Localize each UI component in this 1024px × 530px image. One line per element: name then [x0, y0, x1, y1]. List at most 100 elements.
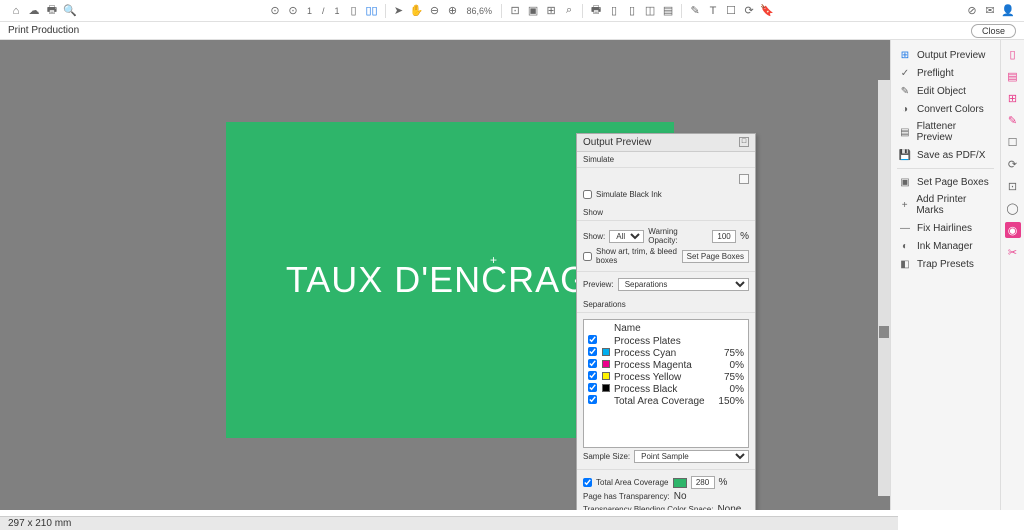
close-button[interactable]: Close	[971, 24, 1016, 38]
tool-3-icon[interactable]: ⊞	[543, 3, 559, 19]
home-icon[interactable]: ⌂	[8, 3, 24, 19]
scroll-thumb[interactable]	[879, 326, 889, 338]
tool-10-icon[interactable]: ✎	[687, 3, 703, 19]
separation-checkbox[interactable]	[588, 371, 597, 380]
sample-size-select[interactable]: Point Sample	[634, 450, 749, 463]
panel-item-preflight[interactable]: ✓Preflight	[891, 64, 1000, 82]
rail-icon-4[interactable]: ✎	[1005, 112, 1021, 128]
separation-name: Process Black	[614, 384, 714, 395]
vertical-scrollbar[interactable]	[878, 80, 890, 496]
tool-8-icon[interactable]: ◫	[642, 3, 658, 19]
page-icon[interactable]: ▯	[346, 3, 362, 19]
separation-row[interactable]: Process Yellow75%	[586, 371, 746, 383]
rail-icon-7[interactable]: ⊡	[1005, 178, 1021, 194]
tool-12-icon[interactable]: ⟳	[741, 3, 757, 19]
cloud-icon[interactable]: ☁	[26, 3, 42, 19]
set-page-boxes-button[interactable]: Set Page Boxes	[682, 250, 749, 263]
text-tool-icon[interactable]: T	[705, 3, 721, 19]
dialog-close-icon[interactable]: □	[739, 137, 749, 147]
separation-name: Process Plates	[614, 336, 714, 347]
panel-item-icon: —	[899, 222, 911, 234]
rail-icon-10[interactable]: ✂	[1005, 244, 1021, 260]
tool-2-icon[interactable]: ▣	[525, 3, 541, 19]
tool-5-icon[interactable]: 🖶	[588, 3, 604, 19]
rail-icon-6[interactable]: ⟳	[1005, 156, 1021, 172]
separation-value: 75%	[714, 372, 744, 383]
page-current[interactable]: 1	[303, 6, 316, 16]
separation-checkbox[interactable]	[588, 383, 597, 392]
tool-1-icon[interactable]: ⊡	[507, 3, 523, 19]
panel-item-set-page-boxes[interactable]: ▣Set Page Boxes	[891, 173, 1000, 191]
panel-item-ink-manager[interactable]: ◐Ink Manager	[891, 237, 1000, 255]
separation-checkbox[interactable]	[588, 347, 597, 356]
tool-11-icon[interactable]: ☐	[723, 3, 739, 19]
separation-name: Process Yellow	[614, 372, 714, 383]
separation-value: 150%	[714, 396, 744, 407]
panel-item-label: Edit Object	[917, 86, 966, 97]
tool-7-icon[interactable]: ▯	[624, 3, 640, 19]
show-select[interactable]: All	[609, 230, 644, 243]
preview-select[interactable]: Separations	[618, 278, 749, 291]
right-rail: ▯ ▤ ⊞ ✎ ☐ ⟳ ⊡ ◯ ◉ ✂	[1000, 40, 1024, 510]
mail-icon[interactable]: ✉	[982, 3, 998, 19]
panel-item-save-as-pdf-x[interactable]: 💾Save as PDF/X	[891, 146, 1000, 164]
warning-opacity-input[interactable]	[712, 230, 736, 243]
rail-icon-9[interactable]: ◉	[1005, 222, 1021, 238]
dialog-titlebar[interactable]: Output Preview □	[577, 134, 755, 152]
rail-icon-1[interactable]: ▯	[1005, 46, 1021, 62]
panel-item-trap-presets[interactable]: ◧Trap Presets	[891, 255, 1000, 273]
show-art-trim-checkbox[interactable]	[583, 252, 592, 261]
panel-item-flattener-preview[interactable]: ▤Flattener Preview	[891, 118, 1000, 146]
color-swatch	[602, 384, 610, 392]
separation-row[interactable]: Process Black0%	[586, 383, 746, 395]
simulate-swatch-icon[interactable]	[739, 174, 749, 184]
separation-row[interactable]: Process Plates	[586, 335, 746, 347]
rail-icon-8[interactable]: ◯	[1005, 200, 1021, 216]
tool-4-icon[interactable]: ⌕	[561, 3, 577, 19]
main-toolbar: ⌂ ☁ 🖶 🔍 ⊙ ⊙ 1 / 1 ▯ ▯▯ ➤ ✋ ⊖ ⊕ 86,6% ⊡ ▣…	[0, 0, 1024, 22]
separation-row[interactable]: Total Area Coverage150%	[586, 395, 746, 407]
zoom-in-icon[interactable]: ⊕	[445, 3, 461, 19]
separation-checkbox[interactable]	[588, 395, 597, 404]
show-section-label: Show	[577, 205, 755, 221]
separation-checkbox[interactable]	[588, 359, 597, 368]
pointer-icon[interactable]: ➤	[391, 3, 407, 19]
profile-icon[interactable]: 👤	[1000, 3, 1016, 19]
rail-icon-5[interactable]: ☐	[1005, 134, 1021, 150]
up-arrow-icon[interactable]: ⊙	[267, 3, 283, 19]
panel-item-convert-colors[interactable]: ◑Convert Colors	[891, 100, 1000, 118]
print-icon[interactable]: 🖶	[44, 3, 60, 19]
tac-input[interactable]	[691, 476, 715, 489]
warning-opacity-label: Warning Opacity:	[648, 227, 708, 245]
panel-item-output-preview[interactable]: ⊞Output Preview	[891, 46, 1000, 64]
tools-panel: ⊞Output Preview✓Preflight✎Edit Object◑Co…	[890, 40, 1000, 510]
panel-item-icon: ▣	[899, 176, 911, 188]
tool-6-icon[interactable]: ▯	[606, 3, 622, 19]
tac-checkbox[interactable]	[583, 478, 592, 487]
share-icon[interactable]: ⊘	[964, 3, 980, 19]
zoom-out-icon[interactable]: ⊖	[427, 3, 443, 19]
separation-row[interactable]: Process Magenta0%	[586, 359, 746, 371]
separation-checkbox[interactable]	[588, 335, 597, 344]
separation-name: Process Magenta	[614, 360, 714, 371]
separation-name: Total Area Coverage	[614, 396, 714, 407]
panel-item-edit-object[interactable]: ✎Edit Object	[891, 82, 1000, 100]
search-icon[interactable]: 🔍	[62, 3, 78, 19]
panel-item-icon: ⊞	[899, 49, 911, 61]
subbar-title: Print Production	[8, 25, 79, 36]
canvas-area[interactable]: TAUX D'ENCRAGE + Output Preview □ Simula…	[0, 40, 890, 510]
zoom-level[interactable]: 86,6%	[463, 6, 497, 16]
down-arrow-icon[interactable]: ⊙	[285, 3, 301, 19]
percent-label-1: %	[740, 231, 749, 242]
rail-icon-3[interactable]: ⊞	[1005, 90, 1021, 106]
simulate-black-ink-checkbox[interactable]	[583, 190, 592, 199]
panel-item-add-printer-marks[interactable]: +Add Printer Marks	[891, 191, 1000, 219]
hand-icon[interactable]: ✋	[409, 3, 425, 19]
panel-item-fix-hairlines[interactable]: —Fix Hairlines	[891, 219, 1000, 237]
rail-icon-2[interactable]: ▤	[1005, 68, 1021, 84]
tool-9-icon[interactable]: ▤	[660, 3, 676, 19]
separation-row[interactable]: Process Cyan75%	[586, 347, 746, 359]
spread-icon[interactable]: ▯▯	[364, 3, 380, 19]
bookmark-icon[interactable]: 🔖	[759, 3, 775, 19]
panel-item-label: Convert Colors	[917, 104, 984, 115]
